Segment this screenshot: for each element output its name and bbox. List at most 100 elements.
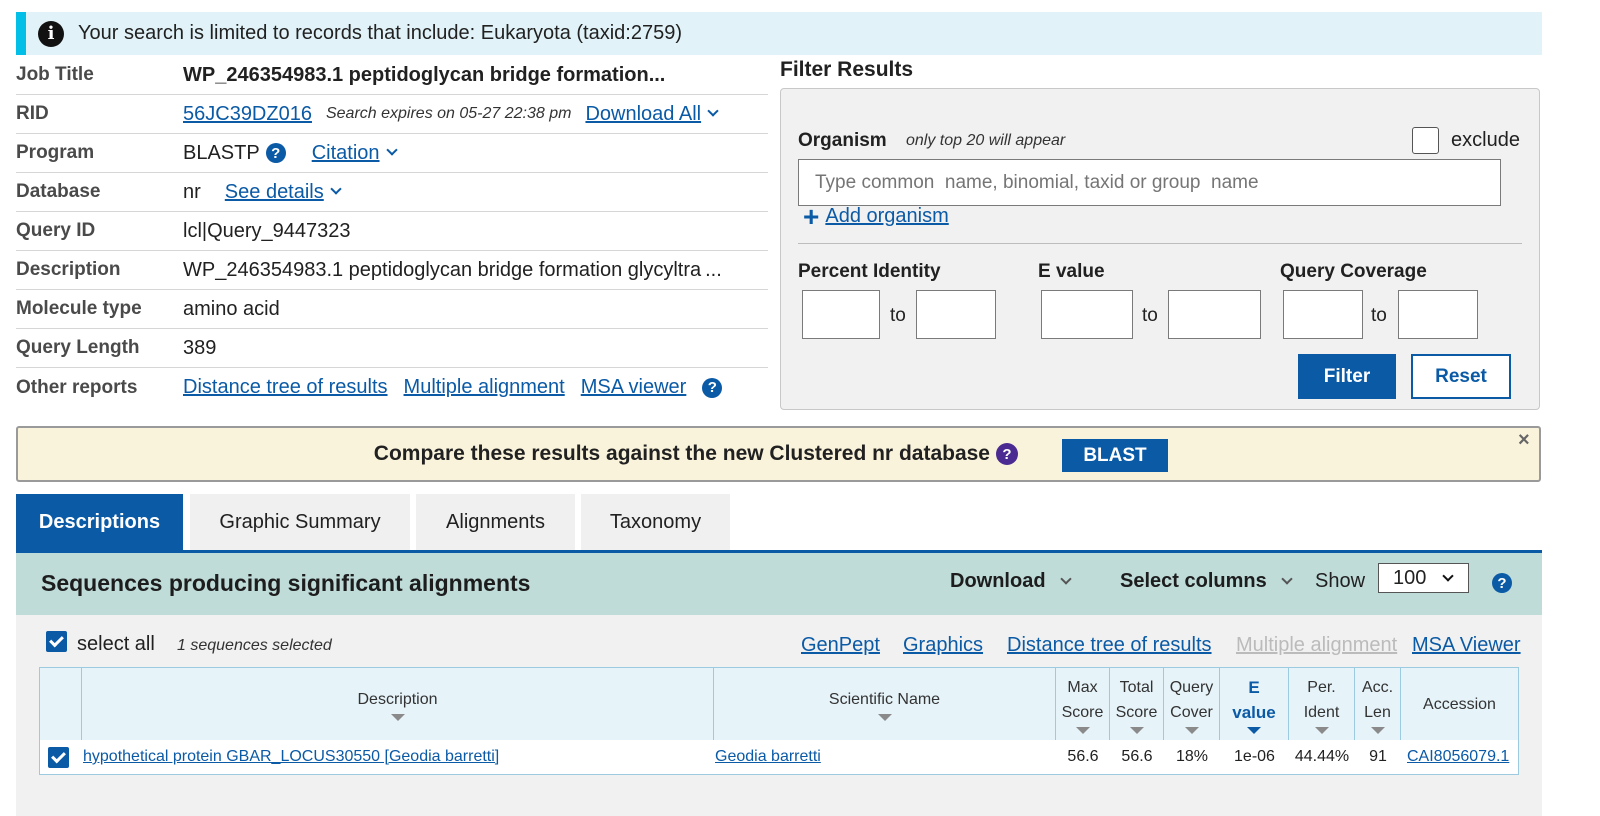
msa-viewer-link[interactable]: MSA viewer: [581, 376, 687, 399]
help-icon[interactable]: ?: [702, 377, 723, 398]
chevron-down-icon: [1281, 573, 1293, 585]
column-header-accession[interactable]: Accession: [1401, 668, 1518, 740]
row-checkbox[interactable]: [48, 746, 69, 768]
column-header-query-cover[interactable]: Query Cover: [1164, 668, 1220, 740]
select-columns-menu[interactable]: Select columns: [1120, 570, 1293, 593]
see-details-label: See details: [224, 180, 324, 203]
e-value-label: E value: [1038, 261, 1105, 282]
close-icon[interactable]: ×: [1518, 429, 1530, 452]
help-icon[interactable]: ?: [265, 143, 286, 163]
results-header: Sequences producing significant alignmen…: [16, 553, 1542, 615]
compare-text: Compare these results against the new Cl…: [373, 442, 990, 465]
exclude-checkbox[interactable]: [1412, 127, 1439, 154]
citation-button[interactable]: Citation: [312, 142, 398, 165]
job-row-query-id: Query ID lcl|Query_9447323: [16, 212, 768, 251]
organism-input[interactable]: [798, 159, 1501, 206]
e-value-header-line2: value: [1232, 702, 1276, 722]
distance-tree-link[interactable]: Distance tree of results: [183, 376, 388, 399]
query-coverage-from-input[interactable]: [1283, 290, 1363, 339]
per-ident-header-line1: Per.: [1307, 678, 1336, 696]
job-title-value: WP_246354983.1 peptidoglycan bridge form…: [183, 63, 666, 86]
select-columns-label: Select columns: [1120, 570, 1267, 592]
selected-count: 1 sequences selected: [177, 637, 332, 654]
graphics-link[interactable]: Graphics: [903, 634, 983, 657]
description-label: Description: [16, 259, 121, 280]
job-row-molecule: Molecule type amino acid: [16, 290, 768, 329]
description-more[interactable]: ...: [705, 259, 722, 282]
column-header-description[interactable]: Description: [82, 668, 714, 740]
job-row-rid: RID 56JC39DZ016 Search expires on 05-27 …: [16, 95, 768, 134]
to-label: to: [1142, 305, 1158, 326]
total-score-header-line2: Score: [1115, 703, 1158, 721]
other-reports-label: Other reports: [16, 376, 138, 398]
column-header-scientific-name[interactable]: Scientific Name: [714, 668, 1056, 740]
sort-arrow-icon: [1129, 726, 1144, 734]
scientific-name-header-label: Scientific Name: [828, 691, 941, 708]
divider: [798, 243, 1522, 244]
tab-alignments[interactable]: Alignments: [416, 494, 575, 551]
msa-viewer-link[interactable]: MSA Viewer: [1412, 634, 1521, 657]
sort-arrow-icon: [1370, 726, 1385, 734]
help-icon[interactable]: ?: [1492, 573, 1512, 593]
see-details-button[interactable]: See details: [224, 180, 342, 204]
expires-text: Search expires on 05-27 22:38 pm: [325, 105, 572, 122]
row-description-link[interactable]: hypothetical protein GBAR_LOCUS30550 [Ge…: [83, 740, 499, 774]
select-all-checkbox[interactable]: [46, 631, 67, 652]
download-all-label: Download All: [585, 102, 702, 125]
help-icon[interactable]: ?: [996, 443, 1018, 465]
column-header-acc-len[interactable]: Acc. Len: [1355, 668, 1401, 740]
genpept-link[interactable]: GenPept: [801, 634, 880, 657]
percent-identity-from-input[interactable]: [802, 290, 880, 339]
molecule-label: Molecule type: [16, 298, 142, 319]
select-column-header: [40, 668, 82, 740]
multiple-alignment-link[interactable]: Multiple alignment: [404, 376, 565, 399]
download-menu[interactable]: Download: [950, 570, 1072, 593]
length-value: 389: [183, 336, 217, 359]
job-summary: Job Title WP_246354983.1 peptidoglycan b…: [16, 56, 768, 407]
download-label: Download: [950, 570, 1046, 592]
tab-graphic-summary[interactable]: Graphic Summary: [190, 494, 410, 551]
tab-taxonomy[interactable]: Taxonomy: [581, 494, 730, 551]
job-row-length: Query Length 389: [16, 329, 768, 368]
show-select[interactable]: 100: [1378, 563, 1469, 593]
compare-banner: Compare these results against the new Cl…: [16, 426, 1541, 482]
blast-button[interactable]: BLAST: [1062, 439, 1168, 472]
to-label: to: [1371, 305, 1387, 326]
download-all-button[interactable]: Download All: [585, 102, 719, 126]
max-score-header-line1: Max: [1067, 678, 1098, 696]
sort-arrow-icon: [877, 714, 892, 721]
query-id-label: Query ID: [16, 220, 96, 241]
select-all-label: select all: [77, 633, 155, 655]
tab-descriptions[interactable]: Descriptions: [16, 494, 183, 551]
e-value-header-line1: E: [1248, 677, 1260, 697]
column-header-per-ident[interactable]: Per. Ident: [1289, 668, 1355, 740]
e-value-to-input[interactable]: [1168, 290, 1261, 339]
add-organism-button[interactable]: + Add organism: [803, 202, 949, 230]
total-score-header-line1: Total: [1119, 678, 1154, 696]
show-value: 100: [1393, 566, 1427, 589]
accession-header-label: Accession: [1423, 695, 1496, 713]
query-cover-header-line2: Cover: [1170, 703, 1213, 721]
reset-button[interactable]: Reset: [1411, 354, 1511, 399]
column-header-total-score[interactable]: Total Score: [1110, 668, 1164, 740]
row-accession-link[interactable]: CAI8056079.1: [1407, 740, 1509, 774]
length-label: Query Length: [16, 337, 140, 358]
percent-identity-label: Percent Identity: [798, 261, 941, 282]
info-banner: i Your search is limited to records that…: [16, 12, 1542, 55]
filter-button[interactable]: Filter: [1298, 354, 1396, 399]
query-cover-header-line1: Query: [1169, 678, 1214, 696]
molecule-value: amino acid: [183, 297, 280, 320]
sort-arrow-icon: [1247, 726, 1261, 734]
row-acc-len: 91: [1369, 748, 1387, 765]
compare-message: Compare these results against the new Cl…: [18, 428, 1018, 480]
distance-tree-link[interactable]: Distance tree of results: [1007, 634, 1212, 657]
rid-link[interactable]: 56JC39DZ016: [183, 103, 312, 126]
row-max-score: 56.6: [1067, 748, 1099, 765]
sort-arrow-icon: [390, 714, 405, 721]
percent-identity-to-input[interactable]: [916, 290, 996, 339]
e-value-from-input[interactable]: [1041, 290, 1133, 339]
column-header-max-score[interactable]: Max Score: [1056, 668, 1110, 740]
column-header-e-value[interactable]: E value: [1220, 668, 1289, 740]
query-coverage-to-input[interactable]: [1398, 290, 1478, 339]
row-scientific-name-link[interactable]: Geodia barretti: [715, 740, 821, 774]
